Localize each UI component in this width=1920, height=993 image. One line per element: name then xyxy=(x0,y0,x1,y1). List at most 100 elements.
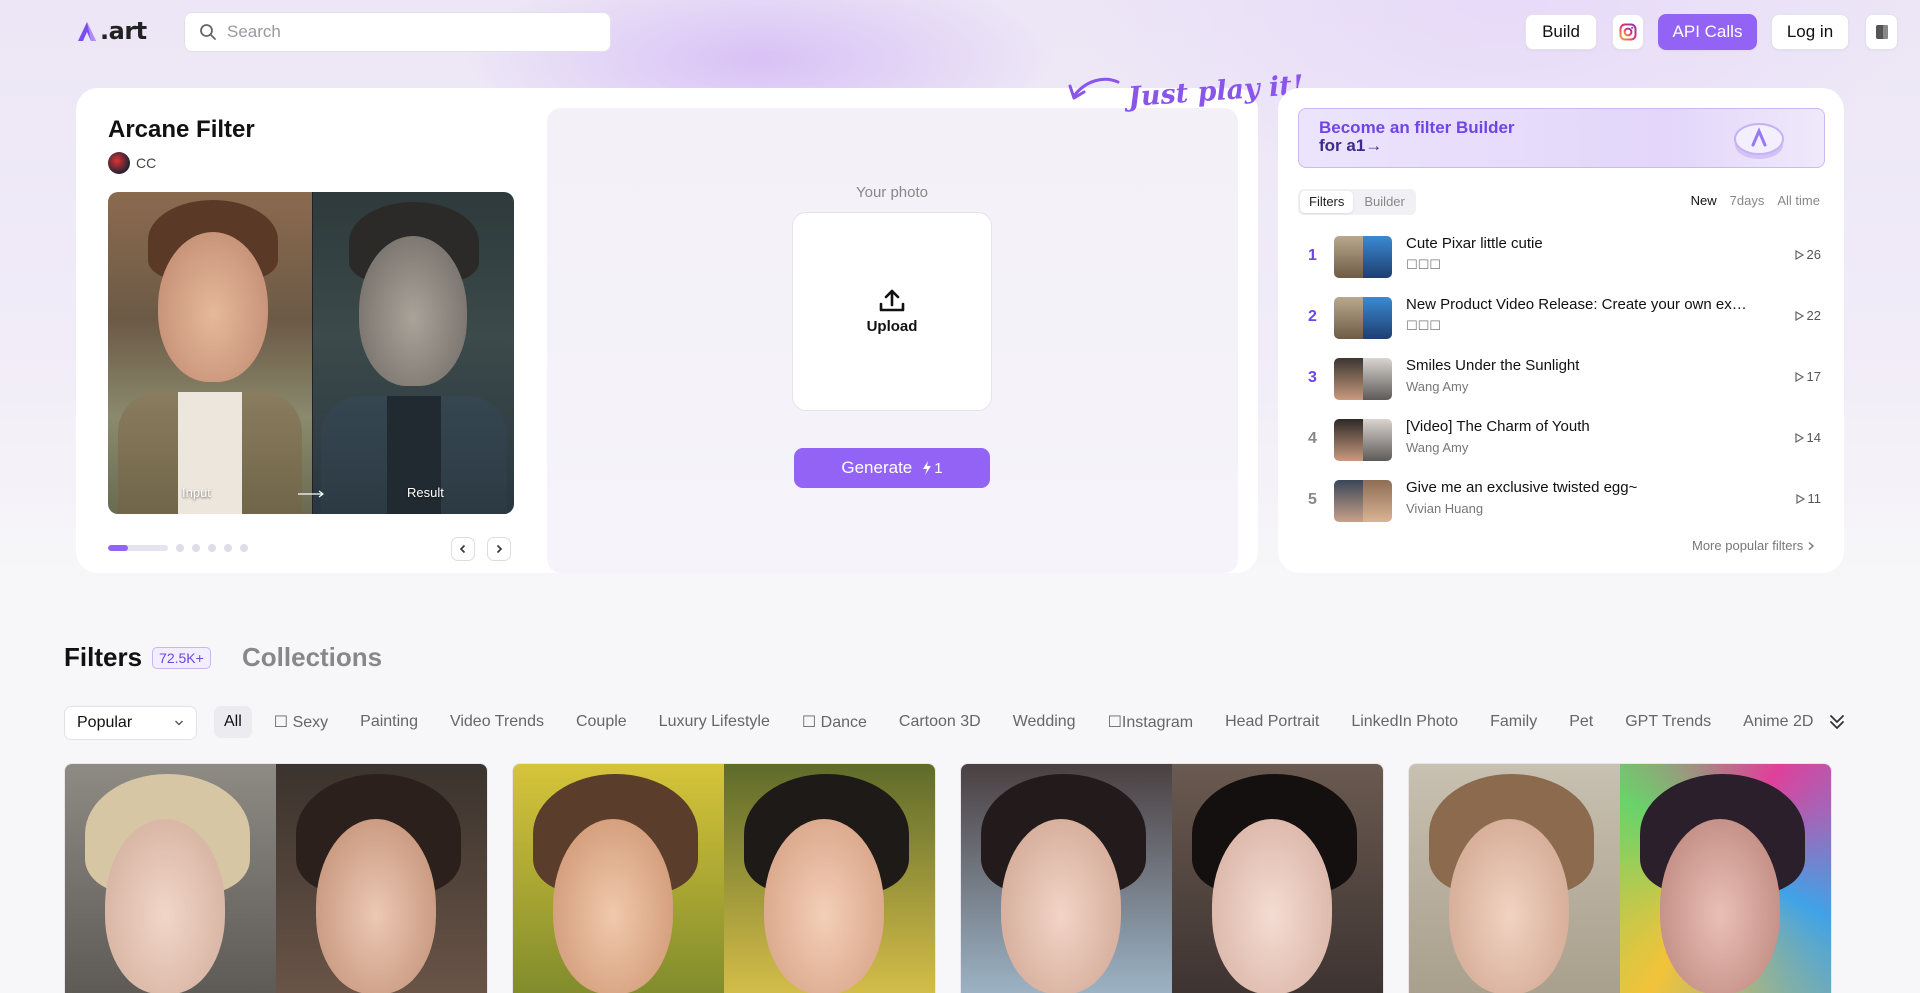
category-tab[interactable]: GPT Trends xyxy=(1615,706,1721,738)
curved-arrow-icon xyxy=(1068,77,1120,100)
carousel-progress xyxy=(108,545,168,551)
segment-tab-builder[interactable]: Builder xyxy=(1355,191,1413,213)
rank-plays: 22 xyxy=(1794,308,1821,323)
logo-text: .art xyxy=(100,17,147,45)
category-tab[interactable]: ☐ Dance xyxy=(792,705,877,739)
carousel-next-button[interactable] xyxy=(487,537,511,561)
category-tab[interactable]: All xyxy=(214,706,252,738)
rank-author: ☐☐☐ xyxy=(1406,318,1441,333)
carousel-prev-button[interactable] xyxy=(451,537,475,561)
rank-number: 3 xyxy=(1308,369,1317,386)
build-button[interactable]: Build xyxy=(1525,14,1597,50)
segment-tab-filters[interactable]: Filters xyxy=(1300,191,1354,213)
filter-author[interactable]: CC xyxy=(108,152,156,174)
search-input[interactable] xyxy=(227,22,587,42)
instagram-button[interactable] xyxy=(1612,14,1644,50)
generate-button[interactable]: Generate 1 xyxy=(794,448,990,488)
rank-thumbnail xyxy=(1334,480,1392,522)
time-tab-all-time[interactable]: All time xyxy=(1777,193,1820,208)
rank-title: Cute Pixar little cutie xyxy=(1406,235,1543,252)
upload-dropzone[interactable]: Upload xyxy=(792,212,992,411)
rank-plays-count: 11 xyxy=(1807,491,1822,506)
filter-card[interactable] xyxy=(512,763,936,993)
category-tab[interactable]: Wedding xyxy=(1003,706,1086,738)
filter-card[interactable] xyxy=(1408,763,1832,993)
builder-banner[interactable]: Become an filter Builder for a1→ xyxy=(1298,108,1825,168)
filter-card[interactable] xyxy=(64,763,488,993)
category-tab[interactable]: Couple xyxy=(566,706,637,738)
double-chevron-down-icon[interactable] xyxy=(1826,711,1848,733)
play-icon xyxy=(1795,493,1805,504)
rank-plays-count: 17 xyxy=(1806,369,1821,384)
rank-thumbnail xyxy=(1334,419,1392,461)
carousel-dot[interactable] xyxy=(240,544,248,552)
filters-count-badge: 72.5K+ xyxy=(152,646,211,669)
category-tab[interactable]: Luxury Lifestyle xyxy=(649,706,780,738)
input-image: Input xyxy=(108,192,312,514)
carousel-dot[interactable] xyxy=(224,544,232,552)
time-filter-tabs: New 7days All time xyxy=(1691,193,1820,208)
category-tab[interactable]: Pet xyxy=(1559,706,1603,738)
search-bar[interactable] xyxy=(184,12,611,52)
category-tab[interactable]: LinkedIn Photo xyxy=(1341,706,1468,738)
rank-number: 4 xyxy=(1308,430,1317,447)
more-popular-filters-link[interactable]: More popular filters xyxy=(1692,538,1815,553)
filters-tab[interactable]: Filters xyxy=(64,642,142,673)
generate-label: Generate xyxy=(841,458,913,477)
rank-number: 5 xyxy=(1308,491,1317,508)
filter-card[interactable] xyxy=(960,763,1384,993)
sort-select[interactable]: Popular xyxy=(64,706,197,740)
category-tab[interactable]: Painting xyxy=(350,706,428,738)
upload-icon xyxy=(879,289,905,312)
category-tab[interactable]: Family xyxy=(1480,706,1547,738)
category-tab[interactable]: Head Portrait xyxy=(1215,706,1329,738)
builder-banner-line1: Become an filter Builder xyxy=(1319,118,1515,137)
rank-number: 1 xyxy=(1308,247,1317,264)
time-tab-new[interactable]: New xyxy=(1691,193,1717,208)
category-tab[interactable]: ☐Instagram xyxy=(1098,705,1203,739)
sort-select-value: Popular xyxy=(77,714,133,731)
search-icon xyxy=(200,24,216,40)
ranking-row[interactable]: 5 Give me an exclusive twisted egg~ Vivi… xyxy=(1298,477,1825,527)
carousel-dot[interactable] xyxy=(208,544,216,552)
category-tab[interactable]: ☐ Sexy xyxy=(264,705,338,739)
carousel-dot[interactable] xyxy=(176,544,184,552)
rank-author: Wang Amy xyxy=(1406,379,1469,394)
category-tab[interactable]: Video Trends xyxy=(440,706,554,738)
builder-banner-text: Become an filter Builder for a1→ xyxy=(1319,119,1515,155)
category-tab[interactable]: Anime 2D xyxy=(1733,706,1823,738)
more-popular-label: More popular filters xyxy=(1692,538,1804,553)
coin-icon xyxy=(1734,123,1784,159)
filter-title: Arcane Filter xyxy=(108,116,255,143)
rank-thumbnail xyxy=(1334,358,1392,400)
chevron-left-icon xyxy=(459,544,466,554)
input-label: Input xyxy=(182,485,211,500)
menu-button[interactable] xyxy=(1865,14,1898,50)
carousel-dot[interactable] xyxy=(192,544,200,552)
chevron-down-icon xyxy=(175,720,183,726)
api-calls-button[interactable]: API Calls xyxy=(1658,14,1757,50)
play-icon xyxy=(1794,310,1804,321)
ranking-row[interactable]: 3 Smiles Under the Sunlight Wang Amy 17 xyxy=(1298,355,1825,405)
filter-card-input-image xyxy=(1409,764,1620,993)
time-tab-7days[interactable]: 7days xyxy=(1730,193,1765,208)
your-photo-label: Your photo xyxy=(855,184,928,201)
rank-plays: 11 xyxy=(1795,491,1822,506)
ranking-row[interactable]: 4 [Video] The Charm of Youth Wang Amy 14 xyxy=(1298,416,1825,466)
ranking-row[interactable]: 2 New Product Video Release: Create your… xyxy=(1298,294,1825,344)
filter-card-input-image xyxy=(513,764,724,993)
rank-title: [Video] The Charm of Youth xyxy=(1406,418,1590,435)
collections-tab[interactable]: Collections xyxy=(242,642,382,673)
upload-label: Upload xyxy=(866,318,918,335)
logo[interactable]: .art xyxy=(76,14,147,48)
login-button[interactable]: Log in xyxy=(1771,14,1849,50)
generate-cost-value: 1 xyxy=(934,459,943,477)
play-icon xyxy=(1794,371,1804,382)
logo-mark-icon xyxy=(78,22,96,41)
ranking-row[interactable]: 1 Cute Pixar little cutie ☐☐☐ 26 xyxy=(1298,233,1825,283)
category-tab[interactable]: Cartoon 3D xyxy=(889,706,991,738)
rank-author: Vivian Huang xyxy=(1406,501,1484,516)
result-label: Result xyxy=(407,485,444,500)
carousel-indicator xyxy=(108,544,248,552)
rank-plays: 17 xyxy=(1794,369,1821,384)
